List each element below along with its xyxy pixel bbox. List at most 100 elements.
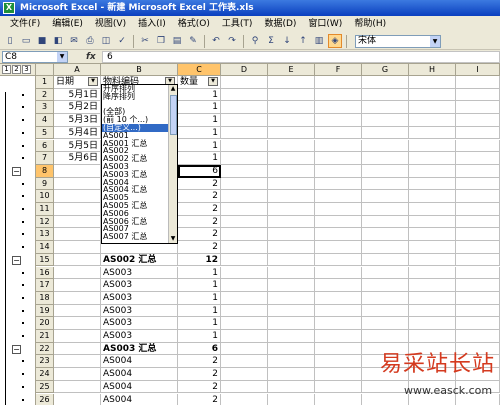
cell-h[interactable] (409, 304, 456, 318)
cell-b[interactable]: AS004 (101, 380, 178, 394)
cell-h[interactable] (409, 291, 456, 305)
row-header[interactable]: 18 (36, 291, 54, 305)
cell-d[interactable] (221, 304, 268, 318)
cell-i[interactable] (456, 241, 500, 254)
cell-c[interactable]: 1 (178, 114, 221, 127)
column-header-b[interactable]: B (101, 64, 178, 76)
cell-a[interactable] (54, 342, 101, 356)
cell-d[interactable] (221, 342, 268, 356)
cell-c[interactable]: 2 (178, 393, 221, 405)
cell-c[interactable]: 1 (178, 304, 221, 318)
cell-i[interactable] (456, 266, 500, 280)
cell-d[interactable] (221, 203, 268, 216)
cell-e[interactable] (268, 215, 315, 229)
spelling-icon[interactable]: ✓ (115, 34, 129, 48)
column-header-c[interactable]: C (178, 64, 221, 76)
dropdown-scrollbar[interactable]: ▲ ▼ (168, 85, 177, 243)
cell-e[interactable] (268, 241, 315, 254)
cell-e[interactable] (268, 304, 315, 318)
cell-c[interactable]: 1 (178, 317, 221, 330)
cell-c[interactable]: 2 (178, 203, 221, 216)
cut-icon[interactable]: ✂ (138, 34, 152, 48)
cell-i[interactable] (456, 177, 500, 191)
menu-edit[interactable]: 编辑(E) (46, 16, 89, 33)
cell-d[interactable] (221, 241, 268, 254)
menu-window[interactable]: 窗口(W) (302, 16, 348, 33)
cell-h[interactable] (409, 203, 456, 216)
cell-c[interactable]: 数量 ▼ (178, 76, 221, 89)
cell-e[interactable] (268, 88, 315, 102)
cell-c[interactable]: 12 (178, 253, 221, 267)
row-header[interactable]: 21 (36, 330, 54, 343)
cell-f[interactable] (315, 114, 362, 127)
column-header-g[interactable]: G (362, 64, 409, 76)
cell-f[interactable] (315, 88, 362, 102)
cell-g[interactable] (362, 253, 409, 267)
row-header[interactable]: 23 (36, 355, 54, 369)
row-header[interactable]: 24 (36, 368, 54, 381)
cell-a[interactable] (54, 253, 101, 267)
cell-c[interactable]: 2 (178, 368, 221, 381)
menu-help[interactable]: 帮助(H) (348, 16, 392, 33)
cell-b[interactable]: AS003 (101, 266, 178, 280)
cell-i[interactable] (456, 291, 500, 305)
row-header[interactable]: 1 (36, 76, 54, 89)
formula-input[interactable]: 6 (102, 50, 500, 63)
cell-e[interactable] (268, 253, 315, 267)
chart-wizard-icon[interactable]: ▥ (312, 34, 326, 48)
cell-i[interactable] (456, 203, 500, 216)
cell-f[interactable] (315, 203, 362, 216)
cell-h[interactable] (409, 228, 456, 242)
column-header-e[interactable]: E (268, 64, 315, 76)
cell-h[interactable] (409, 253, 456, 267)
insert-function-icon[interactable]: fx (86, 52, 96, 62)
cell-f[interactable] (315, 266, 362, 280)
cell-c[interactable]: 1 (178, 266, 221, 280)
row-header[interactable]: 8 (36, 164, 54, 178)
cell-d[interactable] (221, 317, 268, 330)
cell-c[interactable]: 2 (178, 177, 221, 191)
cell-e[interactable] (268, 114, 315, 127)
cell-g[interactable] (362, 203, 409, 216)
cell-i[interactable] (456, 101, 500, 115)
cell-i[interactable] (456, 152, 500, 165)
cell-e[interactable] (268, 164, 315, 178)
cell-d[interactable] (221, 76, 268, 89)
cell-e[interactable] (268, 279, 315, 292)
cell-g[interactable] (362, 139, 409, 153)
menu-view[interactable]: 视图(V) (89, 16, 132, 33)
cell-g[interactable] (362, 317, 409, 330)
column-header-d[interactable]: D (221, 64, 268, 76)
chevron-down-icon[interactable]: ▼ (57, 51, 67, 62)
cell-a[interactable]: 5月3日 (54, 114, 101, 127)
collapse-group-icon[interactable]: − (12, 255, 21, 265)
cell-g[interactable] (362, 190, 409, 203)
row-header[interactable]: 15 (36, 253, 54, 267)
chevron-down-icon[interactable]: ▼ (430, 35, 440, 47)
cell-c[interactable]: 1 (178, 88, 221, 102)
cell-g[interactable] (362, 101, 409, 115)
row-header[interactable]: 5 (36, 126, 54, 140)
cell-a[interactable] (54, 317, 101, 330)
cell-b[interactable]: AS004 (101, 393, 178, 405)
undo-icon[interactable]: ↶ (209, 34, 223, 48)
permission-icon[interactable]: ◧ (51, 34, 65, 48)
cell-d[interactable] (221, 368, 268, 381)
cell-g[interactable] (362, 266, 409, 280)
cell-g[interactable] (362, 304, 409, 318)
cell-f[interactable] (315, 126, 362, 140)
cell-g[interactable] (362, 291, 409, 305)
cell-h[interactable] (409, 126, 456, 140)
cell-h[interactable] (409, 114, 456, 127)
scroll-up-icon[interactable]: ▲ (169, 85, 177, 93)
cell-e[interactable] (268, 152, 315, 165)
cell-a[interactable] (54, 190, 101, 203)
cell-f[interactable] (315, 304, 362, 318)
cell-i[interactable] (456, 126, 500, 140)
cell-c[interactable]: 1 (178, 330, 221, 343)
cell-g[interactable] (362, 228, 409, 242)
cell-c[interactable]: 1 (178, 152, 221, 165)
cell-d[interactable] (221, 139, 268, 153)
cell-g[interactable] (362, 114, 409, 127)
cell-e[interactable] (268, 101, 315, 115)
